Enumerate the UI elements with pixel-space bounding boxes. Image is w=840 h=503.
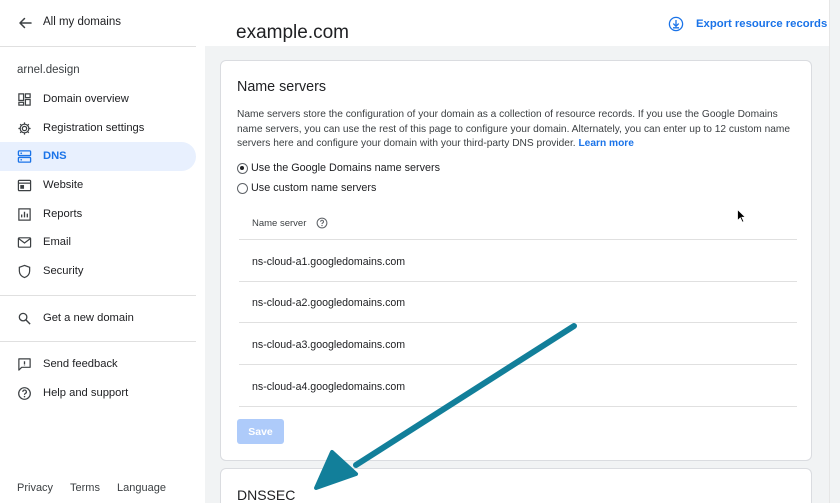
column-header-label: Name server: [252, 217, 307, 229]
nav-dns[interactable]: DNS: [0, 142, 196, 171]
nav-label: Email: [43, 236, 71, 248]
website-icon: [17, 179, 32, 192]
table-row: ns-cloud-a4.googledomains.com: [252, 381, 406, 393]
radio-google-name-servers[interactable]: Use the Google Domains name servers: [237, 162, 440, 174]
privacy-link[interactable]: Privacy: [17, 482, 53, 494]
nav-domain-overview[interactable]: Domain overview: [0, 85, 196, 114]
back-label: All my domains: [43, 16, 121, 28]
mouse-cursor-icon: [737, 209, 746, 223]
nav-security[interactable]: Security: [0, 257, 196, 286]
table-divider: [239, 322, 797, 323]
card-description: Name servers store the configuration of …: [237, 108, 797, 152]
radio-custom-name-servers[interactable]: Use custom name servers: [237, 182, 376, 194]
back-to-all-domains[interactable]: All my domains: [0, 0, 205, 46]
radio-unchecked-icon[interactable]: [237, 182, 248, 194]
help-icon: [18, 387, 31, 400]
help-icon[interactable]: [316, 217, 328, 229]
nav-help-support[interactable]: Help and support: [0, 379, 196, 408]
dnssec-card: DNSSEC: [220, 468, 812, 503]
nav-label: DNS: [43, 150, 67, 162]
nav-label: Send feedback: [43, 358, 118, 370]
nav-send-feedback[interactable]: Send feedback: [0, 350, 196, 379]
nav-email[interactable]: Email: [0, 228, 196, 257]
domain-name: arnel.design: [17, 64, 80, 76]
nav-website[interactable]: Website: [0, 171, 196, 200]
sidebar: All my domains arnel.design Domain overv…: [0, 0, 205, 503]
export-resource-records-button[interactable]: Export resource records: [668, 13, 827, 35]
nav-reports[interactable]: Reports: [0, 200, 196, 229]
language-link[interactable]: Language: [117, 482, 166, 494]
table-row: ns-cloud-a2.googledomains.com: [252, 297, 406, 309]
table-divider: [239, 364, 797, 365]
table-row: ns-cloud-a3.googledomains.com: [252, 339, 406, 351]
nav-registration-settings[interactable]: Registration settings: [0, 114, 196, 143]
save-button[interactable]: Save: [237, 419, 284, 444]
radio-label: Use the Google Domains name servers: [251, 162, 441, 174]
nav-label: Security: [43, 265, 84, 277]
email-icon: [17, 237, 32, 248]
radio-label: Use custom name servers: [251, 182, 377, 194]
table-row: ns-cloud-a1.googledomains.com: [252, 256, 406, 268]
dns-icon: [17, 150, 32, 163]
learn-more-link[interactable]: Learn more: [578, 138, 633, 149]
download-icon: [668, 16, 684, 32]
nav-get-new-domain[interactable]: Get a new domain: [0, 304, 196, 333]
divider: [0, 341, 196, 342]
card-title: DNSSEC: [237, 487, 296, 503]
table-divider: [239, 281, 797, 282]
nav-label: Help and support: [43, 387, 129, 399]
scrollbar-track[interactable]: [829, 0, 840, 503]
search-icon: [18, 312, 31, 325]
arrow-back-icon: [19, 17, 32, 29]
page-title: example.com: [236, 22, 349, 43]
gear-icon: [18, 122, 31, 135]
export-label: Export resource records: [696, 18, 828, 30]
nav-label: Registration settings: [43, 122, 145, 134]
shield-icon: [18, 264, 31, 279]
card-title: Name servers: [237, 79, 326, 95]
table-divider: [239, 239, 797, 240]
nav-label: Reports: [43, 208, 83, 220]
name-server-column-header: Name server: [252, 217, 328, 229]
description-text: Name servers store the configuration of …: [237, 109, 791, 149]
nav-label: Get a new domain: [43, 312, 134, 324]
name-servers-card: Name servers Name servers store the conf…: [220, 60, 812, 461]
table-divider: [239, 406, 797, 407]
divider: [0, 46, 196, 47]
terms-link[interactable]: Terms: [70, 482, 100, 494]
reports-icon: [18, 208, 31, 221]
divider: [0, 295, 196, 296]
radio-checked-icon[interactable]: [237, 162, 248, 174]
feedback-icon: [18, 358, 31, 371]
dashboard-icon: [18, 93, 31, 106]
nav-label: Domain overview: [43, 93, 129, 105]
nav-label: Website: [43, 179, 84, 191]
